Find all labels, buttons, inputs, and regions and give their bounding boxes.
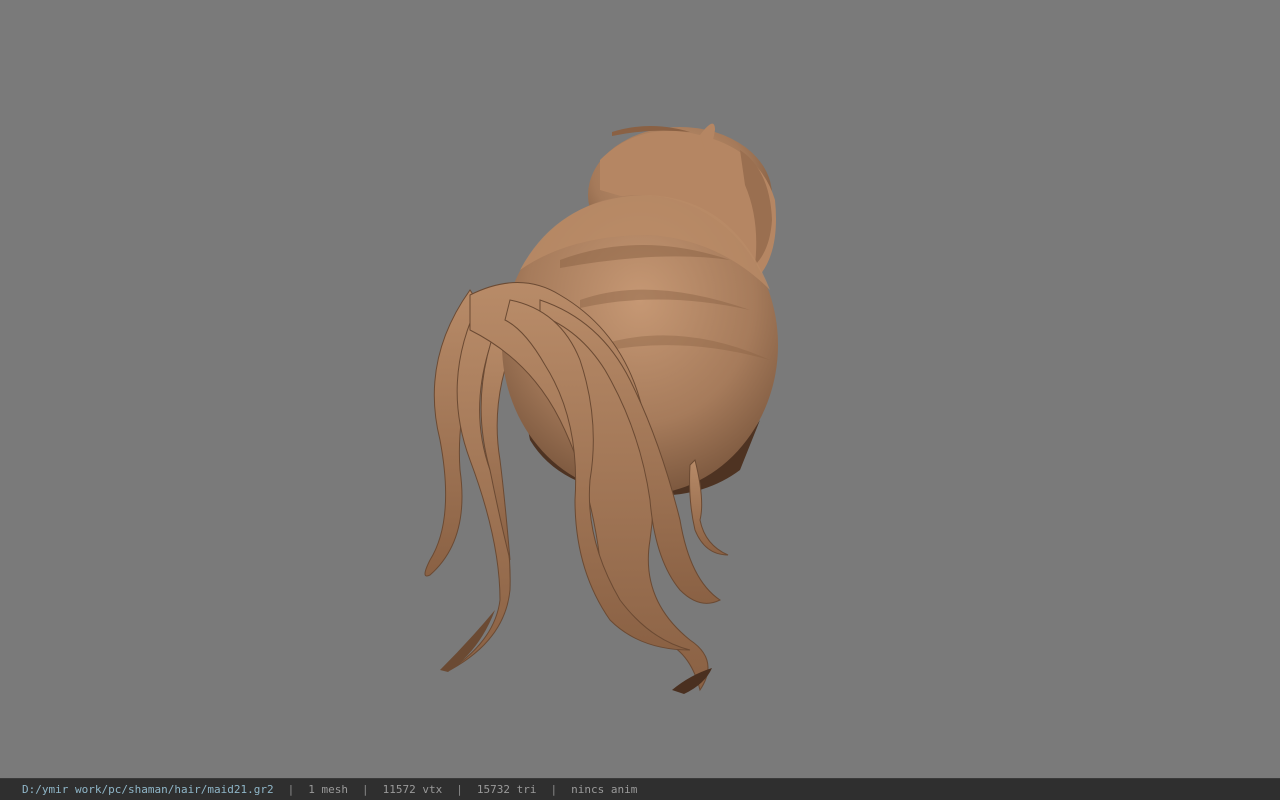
hair-tip-bottom	[672, 668, 712, 694]
file-path-label: D:/ymir work/pc/shaman/hair/maid21.gr2	[22, 783, 274, 796]
status-separator: |	[456, 783, 463, 796]
3d-viewport[interactable]	[0, 0, 1280, 778]
hair-model-render[interactable]	[0, 0, 1280, 778]
triangle-count-label: 15732 tri	[476, 783, 537, 796]
status-separator: |	[287, 783, 295, 796]
vertex-count-label: 11572 vtx	[382, 783, 443, 796]
mesh-count-label: 1 mesh	[308, 783, 349, 796]
status-separator: |	[362, 783, 369, 796]
status-separator: |	[550, 783, 558, 796]
animation-status-label: nincs anim	[571, 783, 638, 796]
status-bar: D:/ymir work/pc/shaman/hair/maid21.gr2 |…	[0, 778, 1280, 800]
